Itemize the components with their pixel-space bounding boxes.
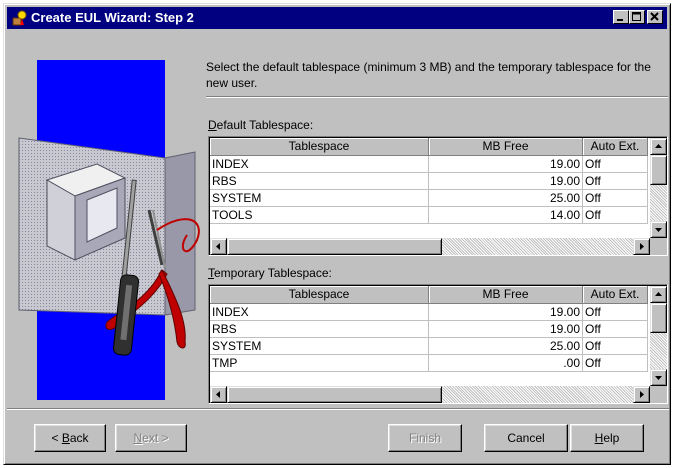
title-bar[interactable]: Create EUL Wizard: Step 2: [7, 7, 667, 29]
scroll-right-button[interactable]: [633, 238, 650, 255]
tablespace-cell: SYSTEM: [210, 190, 429, 207]
arrow-up-icon: [655, 292, 662, 296]
default-label-mnemonic: D: [208, 118, 217, 132]
auto-ext-cell: Off: [583, 304, 648, 321]
vertical-scroll-thumb[interactable]: [650, 155, 667, 185]
horizontal-scrollbar[interactable]: [210, 386, 650, 403]
vertical-scrollbar[interactable]: [650, 138, 667, 238]
auto-ext-cell: Off: [583, 321, 648, 338]
temporary-tablespace-label: Temporary Tablespace:: [208, 266, 332, 280]
auto-ext-cell: Off: [583, 190, 648, 207]
table-row[interactable]: RBS 19.00 Off: [210, 173, 648, 190]
horizontal-scrollbar[interactable]: [210, 238, 650, 255]
vertical-scrollbar[interactable]: [650, 286, 667, 386]
back-button-mnemonic: B: [61, 431, 70, 445]
temporary-label-text: emporary Tablespace:: [214, 266, 332, 280]
maximize-icon: [632, 12, 641, 21]
tablespace-cell: TMP: [210, 355, 429, 372]
intro-text: Select the default tablespace (minimum 3…: [206, 60, 651, 90]
next-button-label: ext >: [142, 431, 169, 445]
footer-divider: [7, 408, 669, 410]
column-header-auto-ext[interactable]: Auto Ext.: [583, 138, 648, 156]
auto-ext-cell: Off: [583, 355, 648, 372]
wizard-app-icon: [11, 9, 29, 27]
scroll-up-button[interactable]: [650, 286, 667, 303]
back-button-prefix: <: [51, 431, 62, 445]
finish-button-label: Finish: [408, 431, 441, 445]
finish-button[interactable]: Finish: [388, 424, 462, 452]
table-row[interactable]: RBS 19.00 Off: [210, 321, 648, 338]
table-row[interactable]: SYSTEM 25.00 Off: [210, 338, 648, 355]
default-label-text: efault Tablespace:: [216, 118, 314, 132]
horizontal-scroll-thumb[interactable]: [227, 386, 442, 403]
window-title: Create EUL Wizard: Step 2: [31, 10, 194, 25]
tablespace-cell: TOOLS: [210, 207, 429, 224]
help-button[interactable]: Help: [570, 424, 644, 452]
close-button[interactable]: [647, 10, 663, 24]
column-header-tablespace[interactable]: Tablespace: [210, 138, 429, 156]
help-button-label: elp: [603, 431, 620, 445]
minimize-icon: [617, 19, 623, 21]
mb-free-cell: 19.00: [429, 173, 583, 190]
horizontal-scroll-thumb[interactable]: [227, 238, 442, 255]
arrow-left-icon: [216, 391, 220, 398]
next-button-mnemonic: N: [133, 431, 143, 445]
cancel-button-label: Cancel: [507, 431, 545, 445]
back-button[interactable]: < Back: [34, 424, 106, 452]
auto-ext-cell: Off: [583, 338, 648, 355]
column-header-tablespace[interactable]: Tablespace: [210, 286, 429, 304]
column-header-auto-ext[interactable]: Auto Ext.: [583, 286, 648, 304]
close-icon: [650, 12, 659, 21]
auto-ext-cell: Off: [583, 156, 648, 173]
table-row[interactable]: SYSTEM 25.00 Off: [210, 190, 648, 207]
default-tablespace-label: Default Tablespace:: [208, 118, 313, 132]
mb-free-cell: 19.00: [429, 156, 583, 173]
auto-ext-cell: Off: [583, 207, 648, 224]
tablespace-cell: INDEX: [210, 304, 429, 321]
arrow-right-icon: [640, 391, 644, 398]
next-button[interactable]: Next >: [115, 424, 187, 452]
back-button-label: ack: [69, 431, 89, 445]
auto-ext-cell: Off: [583, 173, 648, 190]
scrollbar-corner: [650, 386, 667, 403]
header-divider: [206, 96, 668, 98]
vertical-scroll-thumb[interactable]: [650, 303, 667, 333]
tablespace-cell: INDEX: [210, 156, 429, 173]
temporary-tablespace-grid[interactable]: Tablespace MB Free Auto Ext. INDEX 19.00 O…: [208, 284, 668, 404]
tablespace-cell: SYSTEM: [210, 338, 429, 355]
mb-free-cell: 19.00: [429, 321, 583, 338]
arrow-up-icon: [655, 144, 662, 148]
wizard-window: Create EUL Wizard: Step 2 Select the def…: [3, 3, 671, 465]
arrow-right-icon: [640, 243, 644, 250]
default-tablespace-grid[interactable]: Tablespace MB Free Auto Ext. INDEX 19.00 O…: [208, 136, 668, 256]
wizard-illustration: [18, 60, 200, 400]
toolbox-illustration: [18, 137, 200, 356]
scrollbar-corner: [650, 238, 667, 255]
scroll-down-button[interactable]: [650, 369, 667, 386]
column-header-mb-free[interactable]: MB Free: [429, 286, 583, 304]
mb-free-cell: .00: [429, 355, 583, 372]
tablespace-cell: RBS: [210, 173, 429, 190]
table-row[interactable]: INDEX 19.00 Off: [210, 304, 648, 321]
mb-free-cell: 25.00: [429, 190, 583, 207]
table-row[interactable]: INDEX 19.00 Off: [210, 156, 648, 173]
scroll-up-button[interactable]: [650, 138, 667, 155]
arrow-left-icon: [216, 243, 220, 250]
mb-free-cell: 19.00: [429, 304, 583, 321]
maximize-button[interactable]: [629, 10, 645, 24]
table-row[interactable]: TMP .00 Off: [210, 355, 648, 372]
tablespace-cell: RBS: [210, 321, 429, 338]
cancel-button[interactable]: Cancel: [484, 424, 568, 452]
scroll-left-button[interactable]: [210, 386, 227, 403]
scroll-down-button[interactable]: [650, 221, 667, 238]
scroll-right-button[interactable]: [633, 386, 650, 403]
minimize-button[interactable]: [613, 10, 629, 24]
mb-free-cell: 25.00: [429, 338, 583, 355]
table-row[interactable]: TOOLS 14.00 Off: [210, 207, 648, 224]
column-header-mb-free[interactable]: MB Free: [429, 138, 583, 156]
arrow-down-icon: [655, 228, 662, 232]
mb-free-cell: 14.00: [429, 207, 583, 224]
arrow-down-icon: [655, 376, 662, 380]
scroll-left-button[interactable]: [210, 238, 227, 255]
